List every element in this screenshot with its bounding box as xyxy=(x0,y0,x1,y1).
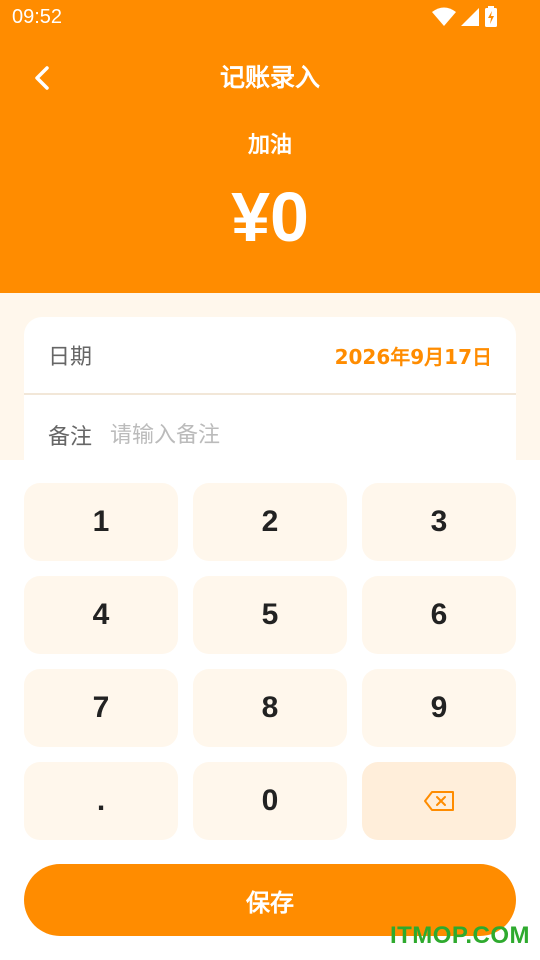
key-0[interactable]: 0 xyxy=(193,762,347,840)
note-row: 备注 xyxy=(24,396,516,474)
status-icons xyxy=(432,6,498,28)
watermark: ITMOP.COM xyxy=(389,922,530,949)
category-label: 加油 xyxy=(247,133,292,158)
header: 09:52 记账录入 加油 ¥0 xyxy=(0,0,540,293)
note-input[interactable] xyxy=(110,422,471,448)
note-label: 备注 xyxy=(48,425,93,450)
wifi-icon xyxy=(432,7,456,26)
amount-display: ¥0 xyxy=(231,178,309,256)
delete-key[interactable] xyxy=(362,762,516,840)
date-value[interactable]: 2026年9月17日 xyxy=(335,341,492,370)
status-bar: 09:52 xyxy=(0,0,540,34)
key-9[interactable]: 9 xyxy=(362,669,516,747)
battery-charging-icon xyxy=(485,6,497,27)
form-card: 日期 2026年9月17日 备注 xyxy=(24,317,516,460)
page-title: 记账录入 xyxy=(219,63,320,92)
status-time: 09:52 xyxy=(12,6,63,28)
date-row[interactable]: 日期 2026年9月17日 xyxy=(24,317,516,395)
key-5[interactable]: 5 xyxy=(193,576,347,654)
key-2[interactable]: 2 xyxy=(193,483,347,561)
key-7[interactable]: 7 xyxy=(24,669,178,747)
key-6[interactable]: 6 xyxy=(362,576,516,654)
key-1[interactable]: 1 xyxy=(24,483,178,561)
date-label: 日期 xyxy=(48,345,93,370)
key-3[interactable]: 3 xyxy=(362,483,516,561)
number-keypad: 1 2 3 4 5 6 7 8 9 . 0 xyxy=(24,483,516,840)
signal-icon xyxy=(461,8,479,26)
backspace-icon xyxy=(424,791,454,811)
key-decimal[interactable]: . xyxy=(24,762,178,840)
key-8[interactable]: 8 xyxy=(193,669,347,747)
key-4[interactable]: 4 xyxy=(24,576,178,654)
